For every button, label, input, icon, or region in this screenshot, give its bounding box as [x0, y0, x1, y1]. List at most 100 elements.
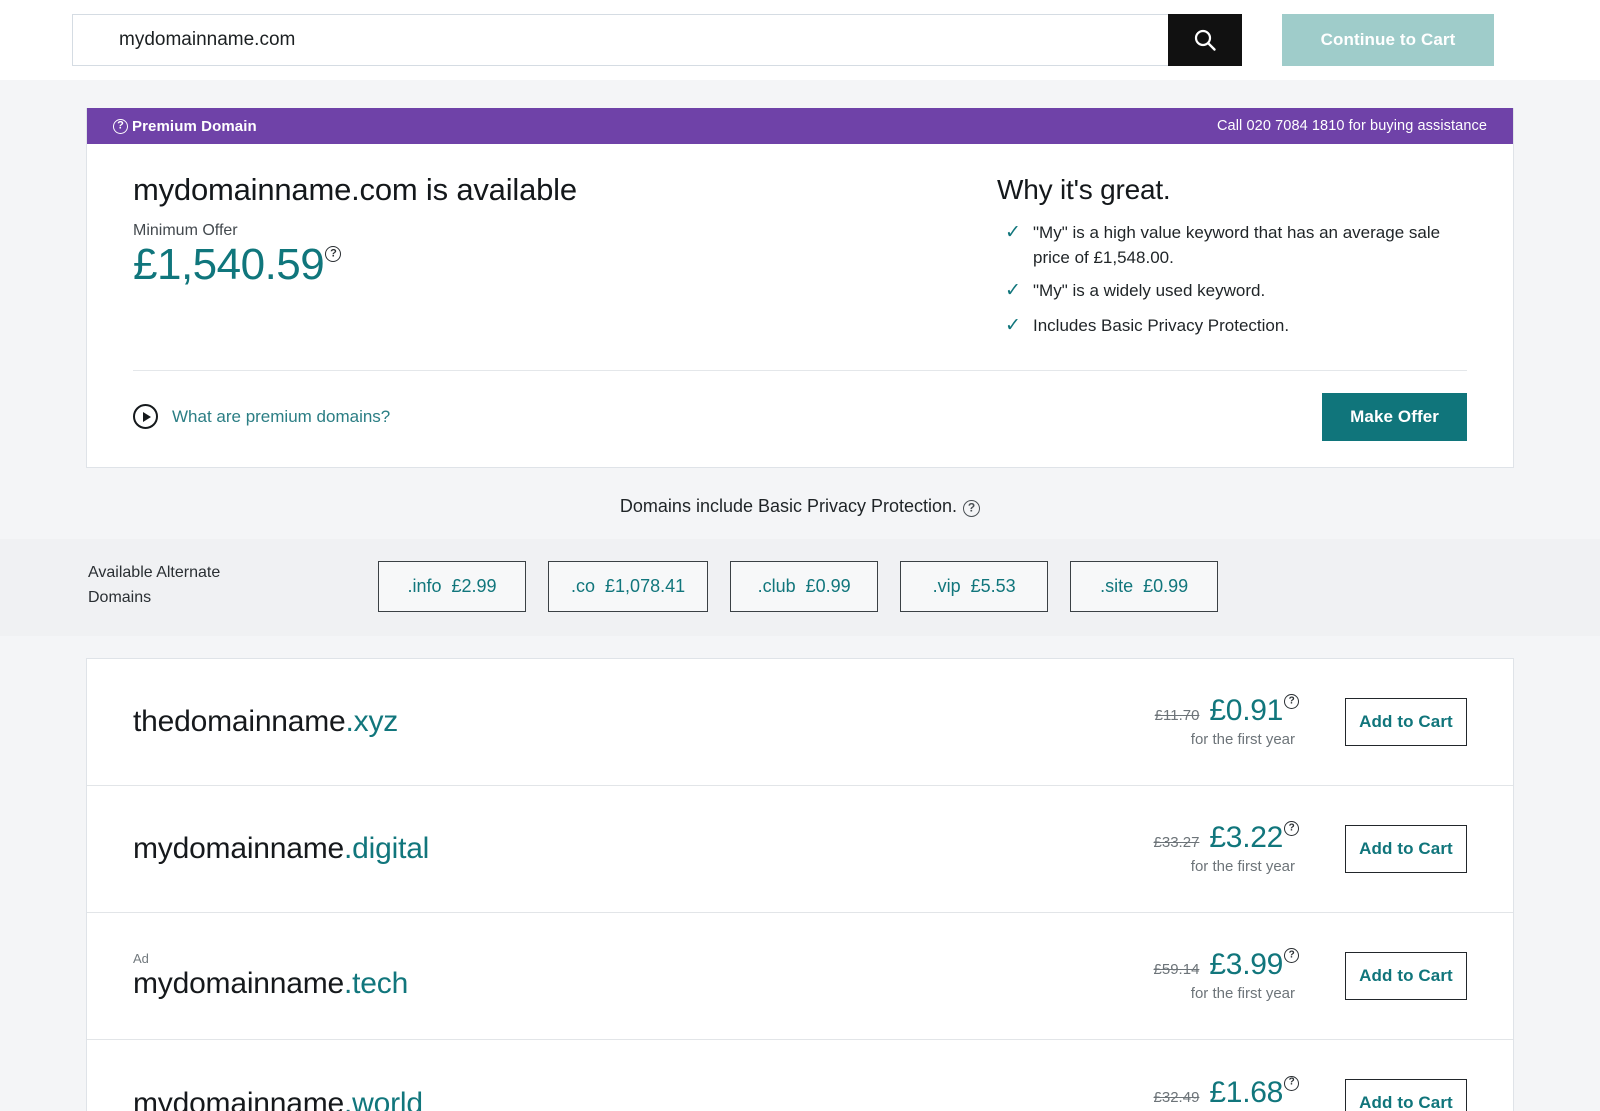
- price-help-icon[interactable]: ?: [1284, 1075, 1299, 1091]
- result-old-price: £32.49: [1153, 1088, 1200, 1106]
- result-domain-name[interactable]: mydomainname.digital: [133, 832, 1084, 866]
- why-its-great-title: Why it's great.: [997, 174, 1171, 205]
- result-price-term: for the first year: [1190, 730, 1295, 748]
- alternate-domains-label-line2: Domains: [88, 589, 152, 606]
- alternate-domains-label-line1: Available Alternate: [88, 564, 221, 582]
- premium-body: mydomainname.com is available Minimum Of…: [87, 144, 1513, 348]
- why-item: ✓ Includes Basic Privacy Protection.: [997, 313, 1467, 340]
- why-item-text: "My" is a widely used keyword.: [1033, 281, 1266, 301]
- result-sld: mydomainname: [133, 1086, 345, 1111]
- minimum-offer-price: £1,540.59: [133, 240, 325, 289]
- search-header: Continue to Cart: [0, 0, 1600, 80]
- premium-banner: ? Premium Domain Call 020 7084 1810 for …: [87, 108, 1513, 144]
- check-icon: ✓: [1005, 280, 1021, 302]
- result-tld: .xyz: [345, 705, 399, 738]
- continue-to-cart-button[interactable]: Continue to Cart: [1282, 14, 1494, 66]
- what-are-premium-domains-link[interactable]: What are premium domains?: [133, 404, 390, 429]
- why-item: ✓ "My" is a widely used keyword.: [997, 278, 1467, 305]
- alternate-chip-tld: .co: [571, 575, 596, 596]
- table-row: mydomainname.world £32.49 £1.68? for the…: [87, 1040, 1513, 1111]
- search-input[interactable]: [72, 14, 1168, 66]
- add-to-cart-button[interactable]: Add to Cart: [1345, 824, 1467, 873]
- alternate-chip-price: £5.53: [970, 575, 1016, 596]
- result-name-wrap: thedomainname.xyz: [133, 704, 1084, 739]
- add-to-cart-button[interactable]: Add to Cart: [1345, 697, 1467, 746]
- result-domain-name[interactable]: mydomainname.world: [133, 1087, 1084, 1111]
- alternate-domain-chip[interactable]: .vip £5.53: [900, 560, 1049, 612]
- alternate-domain-chip[interactable]: .info £2.99: [378, 560, 526, 612]
- check-icon: ✓: [1005, 314, 1021, 336]
- result-price-block: £32.49 £1.68? for the first year: [1084, 1075, 1299, 1111]
- result-tld: .tech: [344, 966, 409, 1000]
- premium-banner-label-group: ? Premium Domain: [113, 118, 257, 135]
- why-item: ✓ "My" is a high value keyword that has …: [997, 220, 1467, 270]
- alternate-domain-chip[interactable]: .site £0.99: [1070, 560, 1219, 612]
- result-price-group: £3.22?: [1209, 821, 1299, 855]
- table-row: thedomainname.xyz £11.70 £0.91? for the …: [87, 659, 1513, 786]
- privacy-help-icon[interactable]: ?: [963, 499, 981, 517]
- price-help-icon[interactable]: ?: [1284, 821, 1299, 837]
- why-item-text: "My" is a high value keyword that has an…: [1033, 223, 1441, 268]
- alternate-domain-chip[interactable]: .club £0.99: [730, 560, 879, 612]
- add-to-cart-button[interactable]: Add to Cart: [1345, 1079, 1467, 1111]
- alternate-chip-price: £0.99: [805, 575, 851, 596]
- domain-results-list: thedomainname.xyz £11.70 £0.91? for the …: [86, 657, 1514, 1111]
- result-tld: .world: [344, 1086, 423, 1111]
- result-price-term: for the first year: [1190, 857, 1295, 875]
- premium-domain-card: ? Premium Domain Call 020 7084 1810 for …: [86, 108, 1514, 468]
- price-help-icon[interactable]: ?: [1284, 948, 1299, 964]
- ad-badge: Ad: [133, 950, 149, 966]
- result-price-block: £11.70 £0.91? for the first year: [1084, 694, 1299, 748]
- result-old-price: £59.14: [1153, 961, 1200, 979]
- premium-footer: What are premium domains? Make Offer: [133, 369, 1467, 467]
- alternate-chip-price: £1,078.41: [605, 575, 686, 596]
- play-circle-icon: [133, 404, 158, 429]
- minimum-offer-price-group: £1,540.59 ?: [133, 240, 342, 289]
- alternate-chip-price: £2.99: [451, 575, 497, 596]
- table-row: mydomainname.digital £33.27 £3.22? for t…: [87, 786, 1513, 913]
- why-its-great-list: ✓ "My" is a high value keyword that has …: [997, 220, 1467, 340]
- alternate-domains-strip: Available Alternate Domains .info £2.99 …: [0, 538, 1600, 636]
- result-price: £1.68: [1209, 1075, 1283, 1109]
- availability-title: mydomainname.com is available: [133, 172, 577, 207]
- search-button[interactable]: [1168, 14, 1242, 66]
- table-row: Ad mydomainname.tech £59.14 £3.99? for t…: [87, 913, 1513, 1040]
- minimum-offer-label: Minimum Offer: [133, 222, 238, 239]
- result-name-wrap: mydomainname.digital: [133, 831, 1084, 866]
- result-sld: mydomainname: [133, 966, 345, 1000]
- alternate-domain-chip[interactable]: .co £1,078.41: [548, 560, 709, 612]
- search-bar: [72, 14, 1242, 66]
- privacy-note-text: Domains include Basic Privacy Protection…: [619, 495, 958, 516]
- what-are-premium-domains-label: What are premium domains?: [172, 406, 391, 426]
- result-price: £3.22: [1209, 821, 1283, 855]
- make-offer-button[interactable]: Make Offer: [1322, 392, 1467, 441]
- result-sld: mydomainname: [133, 832, 345, 865]
- price-line: £32.49 £1.68?: [1084, 1075, 1299, 1109]
- why-its-great-section: Why it's great. ✓ "My" is a high value k…: [997, 172, 1467, 348]
- result-tld: .digital: [344, 832, 430, 865]
- buying-assistance-text: Call 020 7084 1810 for buying assistance: [1216, 118, 1487, 134]
- alternate-domains-inner: Available Alternate Domains .info £2.99 …: [86, 560, 1514, 612]
- result-old-price: £33.27: [1153, 834, 1200, 852]
- alternate-domains-label: Available Alternate Domains: [88, 561, 378, 611]
- add-to-cart-button[interactable]: Add to Cart: [1345, 951, 1467, 1000]
- result-domain-name[interactable]: mydomainname.tech: [133, 967, 1084, 1001]
- price-line: £11.70 £0.91?: [1084, 694, 1299, 727]
- result-price-group: £0.91?: [1209, 694, 1299, 727]
- alternate-chip-tld: .info: [407, 575, 442, 596]
- page-body: ? Premium Domain Call 020 7084 1810 for …: [0, 80, 1600, 1111]
- alternate-chip-tld: .site: [1100, 575, 1134, 596]
- result-price-block: £59.14 £3.99? for the first year: [1084, 948, 1299, 1002]
- result-old-price: £11.70: [1154, 707, 1200, 725]
- minimum-offer-help-icon[interactable]: ?: [325, 246, 342, 262]
- help-circle-icon[interactable]: ?: [113, 118, 128, 134]
- result-sld: thedomainname: [133, 705, 346, 738]
- premium-banner-label: Premium Domain: [132, 117, 257, 135]
- privacy-note: Domains include Basic Privacy Protection…: [0, 468, 1600, 539]
- premium-left-column: mydomainname.com is available Minimum Of…: [133, 172, 997, 348]
- result-price-group: £1.68?: [1209, 1075, 1299, 1109]
- check-icon: ✓: [1005, 222, 1021, 243]
- result-price-block: £33.27 £3.22? for the first year: [1084, 821, 1299, 875]
- result-domain-name[interactable]: thedomainname.xyz: [133, 705, 1084, 739]
- price-help-icon[interactable]: ?: [1284, 694, 1299, 710]
